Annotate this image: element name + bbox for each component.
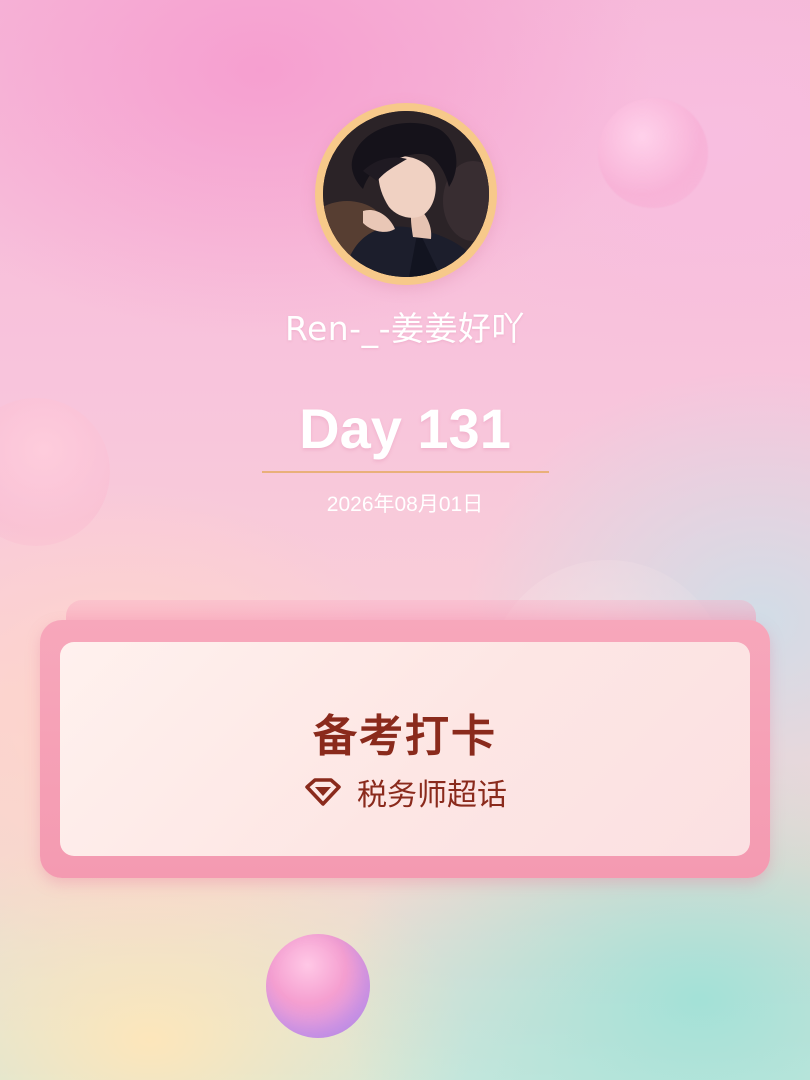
card-title: 备考打卡 — [313, 711, 497, 762]
diamond-icon — [303, 778, 343, 806]
day-count: Day 131 — [299, 397, 511, 460]
decorative-sphere — [266, 934, 370, 1038]
divider — [262, 471, 549, 473]
username: Ren-_-姜姜好吖 — [285, 309, 525, 348]
checkin-card-page: Ren-_-姜姜好吖 Day 131 2026年08月01日 备考打卡 税务师超… — [0, 0, 810, 1080]
super-topic-label: 税务师超话 — [357, 778, 507, 813]
checkin-card-inner: 备考打卡 税务师超话 — [60, 642, 750, 856]
checkin-date: 2026年08月01日 — [326, 493, 484, 516]
avatar-photo — [323, 111, 489, 277]
avatar[interactable] — [315, 103, 497, 285]
super-topic-link[interactable]: 税务师超话 — [60, 770, 750, 814]
checkin-card[interactable]: 备考打卡 税务师超话 — [40, 620, 770, 878]
decorative-bubble — [598, 98, 708, 208]
